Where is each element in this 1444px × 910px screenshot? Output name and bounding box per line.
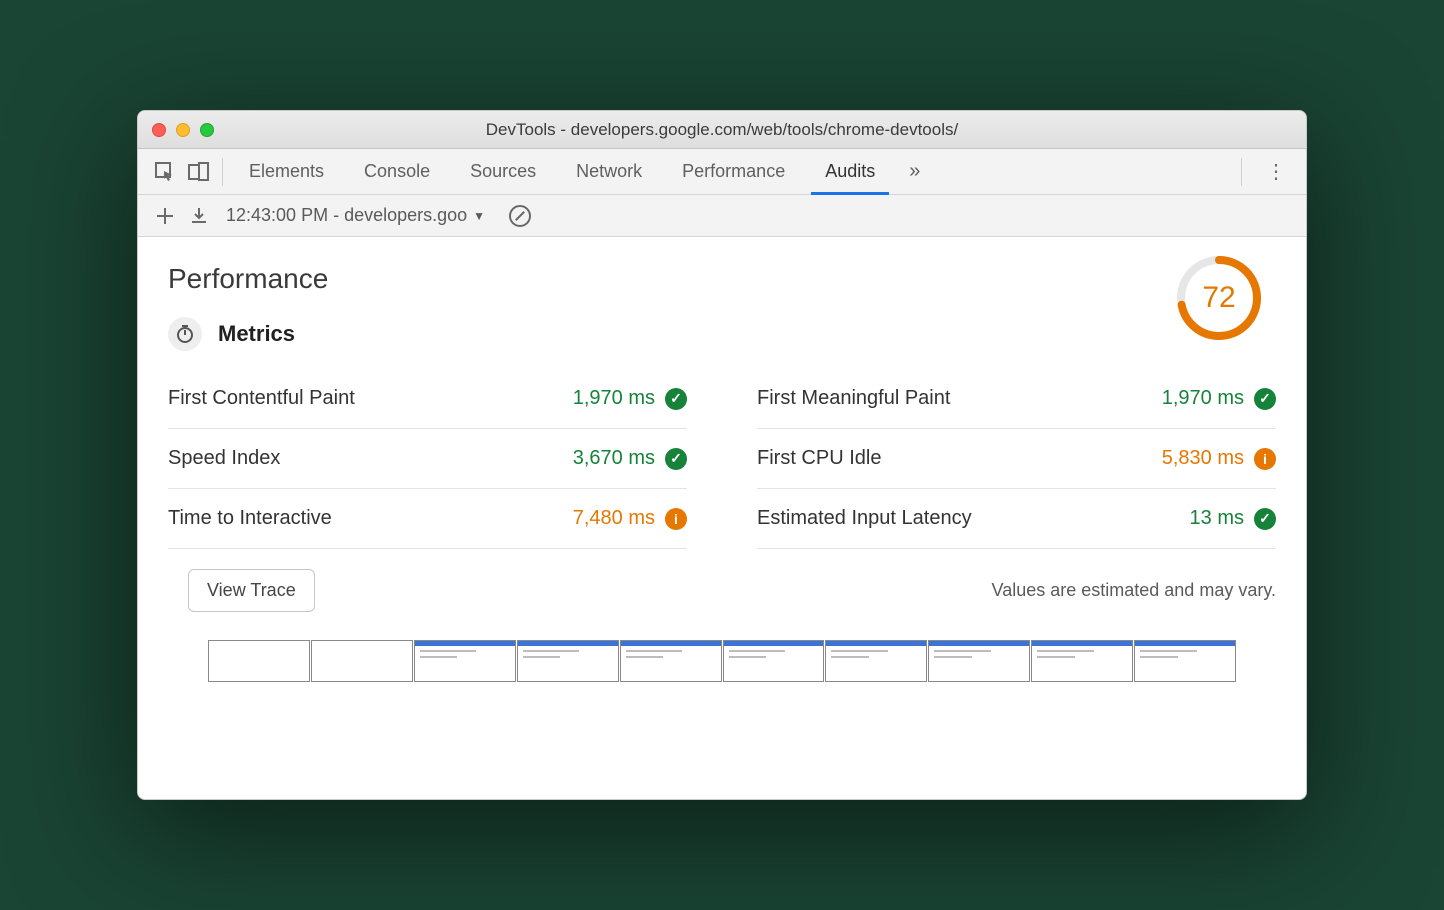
tab-elements[interactable]: Elements [229, 149, 344, 195]
device-toolbar-icon[interactable] [182, 149, 216, 195]
performance-score-value: 72 [1176, 255, 1262, 341]
stopwatch-icon [168, 317, 202, 351]
chevron-down-icon: ▼ [473, 209, 485, 223]
metric-value-wrap: 5,830 ms i [1162, 447, 1276, 470]
metrics-footnote: Values are estimated and may vary. [992, 580, 1276, 601]
new-audit-button[interactable] [148, 207, 182, 225]
performance-score-gauge: 72 [1176, 255, 1262, 341]
section-title: Performance [168, 263, 1276, 295]
audit-run-dropdown[interactable]: 12:43:00 PM - developers.goo ▼ [216, 205, 495, 226]
filmstrip-frame [825, 640, 927, 682]
metric-value-wrap: 13 ms ✓ [1190, 507, 1276, 530]
filmstrip-frame [517, 640, 619, 682]
metric-label: Estimated Input Latency [757, 507, 972, 530]
filmstrip-frame [620, 640, 722, 682]
tab-network[interactable]: Network [556, 149, 662, 195]
metric-row: Time to Interactive 7,480 ms i [168, 489, 687, 549]
metrics-title: Metrics [218, 321, 295, 347]
filmstrip-frame [928, 640, 1030, 682]
audit-panel: 72 Performance Metrics First Contentful … [138, 237, 1306, 799]
metric-value: 1,970 ms [1162, 387, 1244, 410]
clear-audits-icon[interactable] [509, 205, 531, 227]
metric-row: Estimated Input Latency 13 ms ✓ [757, 489, 1276, 549]
check-circle-icon: ✓ [1254, 388, 1276, 410]
titlebar: DevTools - developers.google.com/web/too… [138, 111, 1306, 149]
tab-console[interactable]: Console [344, 149, 450, 195]
check-circle-icon: ✓ [1254, 508, 1276, 530]
metric-value: 1,970 ms [573, 387, 655, 410]
tab-label: Sources [470, 161, 536, 182]
view-trace-button[interactable]: View Trace [188, 569, 315, 612]
dropdown-label: 12:43:00 PM - developers.goo [226, 205, 467, 226]
more-tabs-button[interactable]: » [895, 160, 934, 183]
window-minimize-button[interactable] [176, 123, 190, 137]
window-zoom-button[interactable] [200, 123, 214, 137]
metric-row: First CPU Idle 5,830 ms i [757, 429, 1276, 489]
audits-toolbar: 12:43:00 PM - developers.goo ▼ [138, 195, 1306, 237]
info-circle-icon: i [665, 508, 687, 530]
devtools-menu-button[interactable]: ⋮ [1248, 159, 1306, 184]
filmstrip-frame [723, 640, 825, 682]
metrics-grid: First Contentful Paint1,970 ms✓First Mea… [168, 369, 1276, 549]
metric-value-wrap: 1,970 ms ✓ [1162, 387, 1276, 410]
metric-value-wrap: 7,480 ms i [573, 507, 687, 530]
metric-value: 3,670 ms [573, 447, 655, 470]
metric-label: Speed Index [168, 447, 280, 470]
metric-row: First Contentful Paint 1,970 ms ✓ [168, 369, 687, 429]
metrics-header: Metrics [168, 317, 1276, 351]
tab-label: Performance [682, 161, 785, 182]
inspect-element-icon[interactable] [148, 149, 182, 195]
filmstrip [168, 640, 1276, 682]
filmstrip-frame [208, 640, 310, 682]
metric-value: 7,480 ms [573, 507, 655, 530]
window-close-button[interactable] [152, 123, 166, 137]
check-circle-icon: ✓ [665, 388, 687, 410]
metric-label: First Meaningful Paint [757, 387, 950, 410]
tab-label: Audits [825, 161, 875, 182]
filmstrip-frame [1031, 640, 1133, 682]
filmstrip-frame [311, 640, 413, 682]
metric-label: First Contentful Paint [168, 387, 355, 410]
download-report-button[interactable] [182, 207, 216, 225]
check-circle-icon: ✓ [665, 448, 687, 470]
metric-label: Time to Interactive [168, 507, 332, 530]
metric-label: First CPU Idle [757, 447, 881, 470]
tab-performance[interactable]: Performance [662, 149, 805, 195]
tab-audits[interactable]: Audits [805, 149, 895, 195]
window-title: DevTools - developers.google.com/web/too… [486, 120, 958, 140]
tab-label: Network [576, 161, 642, 182]
info-circle-icon: i [1254, 448, 1276, 470]
metric-row: Speed Index 3,670 ms ✓ [168, 429, 687, 489]
metric-value: 13 ms [1190, 507, 1244, 530]
tab-label: Elements [249, 161, 324, 182]
metric-row: First Meaningful Paint 1,970 ms ✓ [757, 369, 1276, 429]
devtools-tabstrip: Elements Console Sources Network Perform… [138, 149, 1306, 195]
filmstrip-frame [414, 640, 516, 682]
filmstrip-frame [1134, 640, 1236, 682]
metric-value-wrap: 3,670 ms ✓ [573, 447, 687, 470]
metric-value: 5,830 ms [1162, 447, 1244, 470]
tab-label: Console [364, 161, 430, 182]
metric-value-wrap: 1,970 ms ✓ [573, 387, 687, 410]
tab-sources[interactable]: Sources [450, 149, 556, 195]
devtools-window: DevTools - developers.google.com/web/too… [137, 110, 1307, 800]
